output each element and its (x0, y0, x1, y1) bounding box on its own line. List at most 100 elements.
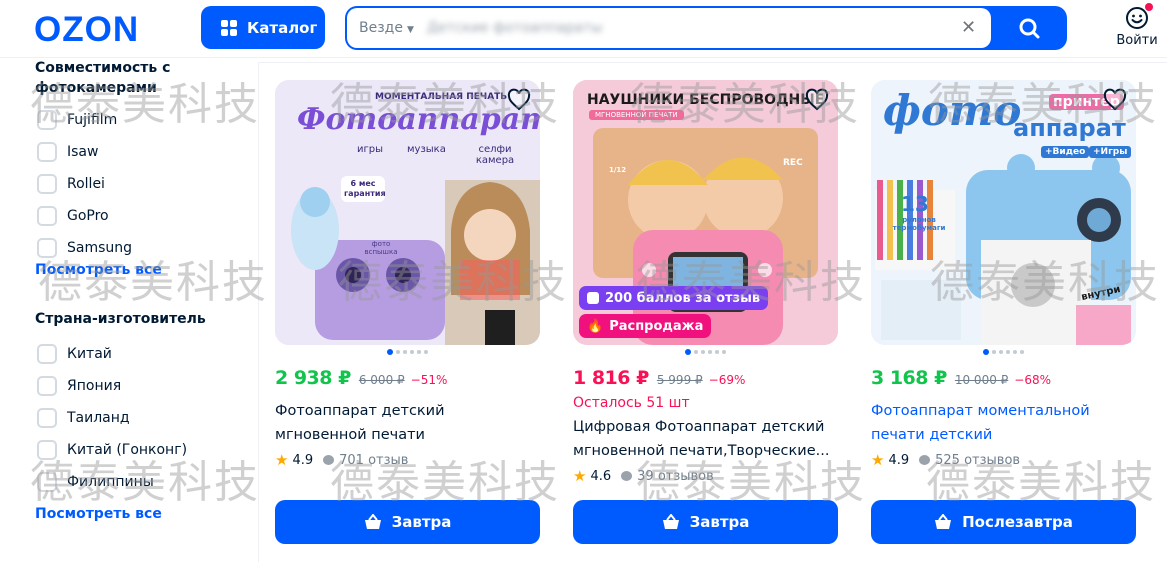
basket-icon (662, 514, 679, 529)
add-to-cart-button[interactable]: Завтра (573, 500, 838, 544)
reviews-count[interactable]: 701 отзыв (339, 453, 408, 468)
checkbox[interactable] (37, 472, 57, 492)
checkbox[interactable] (37, 110, 57, 130)
search-input[interactable] (427, 15, 947, 41)
rating-value: 4.9 (888, 452, 910, 468)
add-to-cart-button[interactable]: Завтра (275, 500, 540, 544)
image-caption: Фотоаппарат (297, 102, 540, 137)
product-grid: МОМЕНТАЛЬНАЯ ПЕЧАТЬ Фотоаппарат игры муз… (258, 62, 1167, 562)
image-pager (275, 346, 540, 358)
chat-bubble-icon (621, 471, 633, 481)
image-caption: игры (357, 144, 383, 155)
checkbox[interactable] (37, 238, 57, 258)
fire-icon: 🔥 (587, 318, 604, 334)
filter-title-country: Страна-изготовитель (35, 311, 206, 327)
filter-option[interactable]: Китай (35, 338, 250, 370)
image-pager (871, 346, 1136, 358)
price-row: 3 168 ₽ 10 000 ₽ −68% (871, 367, 1136, 389)
checkbox[interactable] (37, 440, 57, 460)
image-caption: селфи камера (475, 144, 515, 166)
heart-icon[interactable] (507, 88, 531, 112)
checkbox[interactable] (37, 376, 57, 396)
ozon-logo[interactable]: OZON (34, 10, 139, 50)
rating-row: ★ 4.9 525 отзывов (871, 448, 1136, 472)
filter-option-label: Филиппины (67, 474, 154, 490)
product-image[interactable]: фото принтер аппарат +Видео +Игры 13 рул… (871, 80, 1136, 345)
filter-option[interactable]: Китай (Гонконг) (35, 434, 250, 466)
points-icon (587, 292, 599, 304)
old-price: 6 000 ₽ (358, 373, 405, 387)
filter-option[interactable]: Fujifilm (35, 104, 250, 136)
image-pager (573, 346, 838, 358)
filter-option[interactable]: Филиппины (35, 466, 250, 498)
product-title[interactable]: Фотоаппарат моментальной печати детский (871, 399, 1101, 447)
checkbox[interactable] (37, 344, 57, 364)
sale-badge-label: Распродажа (609, 318, 704, 334)
delivery-label: Завтра (689, 513, 750, 531)
login-button[interactable]: Войти (1112, 3, 1162, 48)
login-label: Войти (1116, 33, 1158, 48)
chat-bubble-icon (919, 455, 931, 465)
add-to-cart-button[interactable]: Послезавтра (871, 500, 1136, 544)
filter-option[interactable]: Таиланд (35, 402, 250, 434)
filter-option-label: Samsung (67, 240, 133, 256)
rating-value: 4.6 (590, 468, 612, 484)
points-badge: 200 баллов за отзыв (579, 286, 769, 310)
product-title[interactable]: Цифровая Фотоаппарат детский мгновенной … (573, 415, 838, 463)
heart-icon[interactable] (1103, 88, 1127, 112)
filter-option[interactable]: GoPro (35, 200, 250, 232)
price: 3 168 ₽ (871, 367, 947, 389)
product-title[interactable]: Фотоаппарат детский мгновенной печати (275, 399, 540, 447)
checkbox[interactable] (37, 408, 57, 428)
star-icon: ★ (871, 451, 885, 469)
basket-icon (364, 514, 381, 529)
image-caption: музыка (407, 144, 446, 155)
heart-icon[interactable] (805, 88, 829, 112)
catalog-label: Каталог (247, 18, 318, 37)
image-caption: МОМЕНТАЛЬНАЯ ПЕЧАТЬ (375, 92, 508, 102)
filter-sidebar: Совместимость с фотокамерами Fujifilm Is… (35, 58, 250, 526)
delivery-label: Завтра (391, 513, 452, 531)
filter-option[interactable]: Япония (35, 370, 250, 402)
image-caption: фото (883, 86, 1022, 135)
product-card: МОМЕНТАЛЬНАЯ ПЕЧАТЬ Фотоаппарат игры муз… (275, 80, 540, 544)
search-icon (1019, 18, 1040, 39)
image-caption: рулонов термобумаги (892, 216, 946, 232)
old-price: 10 000 ₽ (954, 373, 1009, 387)
image-caption: 13 (901, 192, 929, 216)
filter-option-label: Rollei (67, 176, 105, 192)
chevron-down-icon: ▼ (406, 25, 414, 35)
product-card: НАУШНИКИ БЕСПРОВОДНЫЕ МГНОВЕННОЙ ПЕЧАТИ … (573, 80, 838, 544)
filter-option-label: GoPro (67, 208, 109, 224)
product-image[interactable]: МОМЕНТАЛЬНАЯ ПЕЧАТЬ Фотоаппарат игры муз… (275, 80, 540, 345)
star-icon: ★ (573, 467, 587, 485)
product-image[interactable]: НАУШНИКИ БЕСПРОВОДНЫЕ МГНОВЕННОЙ ПЕЧАТИ … (573, 80, 838, 345)
image-caption: +Игры (1089, 146, 1132, 158)
filter-option-label: Китай (67, 346, 112, 362)
close-icon[interactable]: ✕ (961, 17, 976, 38)
filter-option-label: Fujifilm (67, 112, 118, 128)
checkbox[interactable] (37, 142, 57, 162)
show-all-link[interactable]: Посмотреть все (35, 502, 250, 526)
checkbox[interactable] (37, 174, 57, 194)
discount: −69% (708, 373, 746, 387)
points-badge-label: 200 баллов за отзыв (605, 290, 761, 306)
reviews-count[interactable]: 525 отзывов (935, 453, 1020, 468)
show-all-link[interactable]: Посмотреть все (35, 258, 250, 282)
catalog-button[interactable]: Каталог (201, 6, 325, 49)
smiley-icon (1125, 3, 1153, 30)
checkbox[interactable] (37, 206, 57, 226)
header: OZON Каталог Везде▼ ✕ (0, 0, 1167, 58)
search-scope-select[interactable]: Везде ▼ (359, 20, 414, 36)
filter-option[interactable]: Isaw (35, 136, 250, 168)
filter-option-label: Таиланд (67, 410, 130, 426)
reviews-count[interactable]: 39 отзывов (637, 469, 714, 484)
search-button[interactable] (995, 6, 1067, 50)
grid-icon (221, 19, 237, 36)
filter-title-camera-compat: Совместимость с фотокамерами (35, 60, 171, 96)
star-icon: ★ (275, 451, 289, 469)
rating-row: ★ 4.9 701 отзыв (275, 448, 540, 472)
price-row: 2 938 ₽ 6 000 ₽ −51% (275, 367, 540, 389)
filter-option[interactable]: Rollei (35, 168, 250, 200)
old-price: 5 999 ₽ (656, 373, 703, 387)
